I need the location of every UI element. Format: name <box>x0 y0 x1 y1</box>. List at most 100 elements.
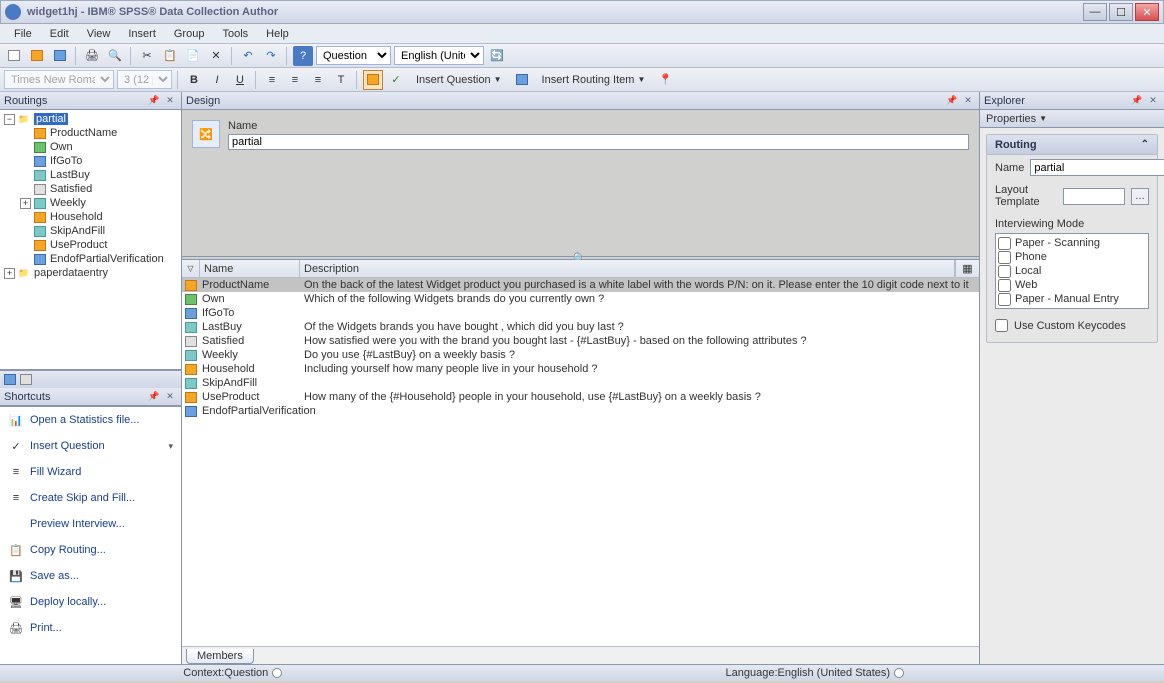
mode-item[interactable]: Paper - Manual Entry <box>998 292 1146 306</box>
shortcut-item[interactable]: 📋Copy Routing... <box>0 537 181 563</box>
menu-tools[interactable]: Tools <box>214 26 256 42</box>
toggle-design-button[interactable] <box>363 70 383 90</box>
bold-button[interactable]: B <box>184 70 204 90</box>
language-combo[interactable]: English (United St <box>394 46 484 65</box>
table-row[interactable]: LastBuyOf the Widgets brands you have bo… <box>182 320 979 334</box>
check-button[interactable]: ✓ <box>386 70 406 90</box>
mode-checkbox[interactable] <box>998 251 1011 264</box>
menu-edit[interactable]: Edit <box>42 26 77 42</box>
print-button[interactable]: 🖨 <box>82 46 102 66</box>
paste-button[interactable]: 📄 <box>183 46 203 66</box>
grid-header-description[interactable]: Description <box>300 260 955 277</box>
copy-button[interactable]: 📋 <box>160 46 180 66</box>
shortcuts-pin-button[interactable]: 📌 <box>147 390 161 404</box>
italic-button[interactable]: I <box>207 70 227 90</box>
custom-keycodes-checkbox[interactable] <box>995 319 1008 332</box>
tree-node[interactable]: Own <box>50 141 73 153</box>
shortcut-item[interactable]: ≡Create Skip and Fill... <box>0 485 181 511</box>
tree-collapse-icon[interactable]: − <box>4 114 15 125</box>
prop-name-input[interactable] <box>1030 159 1164 176</box>
table-row[interactable]: OwnWhich of the following Widgets brands… <box>182 292 979 306</box>
routings-close-button[interactable]: ✕ <box>163 94 177 108</box>
shortcut-item[interactable]: 📊Open a Statistics file... <box>0 407 181 433</box>
shortcut-item[interactable]: ≡Fill Wizard <box>0 459 181 485</box>
table-row[interactable]: SkipAndFill <box>182 376 979 390</box>
tree-node-paperdataentry[interactable]: paperdataentry <box>34 267 108 279</box>
table-row[interactable]: UseProductHow many of the {#Household} p… <box>182 390 979 404</box>
menu-insert[interactable]: Insert <box>120 26 164 42</box>
routings-tree[interactable]: − 📁 partial ProductNameOwnIfGoToLastBuyS… <box>0 110 181 370</box>
menu-view[interactable]: View <box>79 26 119 42</box>
properties-dropdown[interactable]: Properties▼ <box>980 110 1164 128</box>
layout-browse-button[interactable]: … <box>1131 188 1149 205</box>
tree-expand-icon[interactable]: + <box>20 198 31 209</box>
new-button[interactable] <box>4 46 24 66</box>
tree-node[interactable]: Household <box>50 211 103 223</box>
preview-button[interactable]: 🔍 <box>105 46 125 66</box>
shortcut-item[interactable]: 🖥Deploy locally... <box>0 589 181 615</box>
font-color-button[interactable]: T <box>331 70 351 90</box>
shortcut-item[interactable]: 💾Save as... <box>0 563 181 589</box>
collapse-chevron-icon[interactable]: ⌃ <box>1141 139 1149 150</box>
tree-expand-icon[interactable]: + <box>4 268 15 279</box>
tree-node[interactable]: EndofPartialVerification <box>50 253 164 265</box>
other-tab-icon[interactable] <box>20 374 32 385</box>
minimize-button[interactable]: — <box>1083 3 1107 21</box>
routing-icon-button[interactable] <box>512 70 532 90</box>
redo-button[interactable]: ↷ <box>261 46 281 66</box>
tree-node-partial[interactable]: partial <box>34 113 68 125</box>
mode-checkbox[interactable] <box>998 293 1011 306</box>
mode-checkbox[interactable] <box>998 279 1011 292</box>
table-row[interactable]: EndofPartialVerification <box>182 404 979 418</box>
align-left-button[interactable]: ≡ <box>262 70 282 90</box>
align-right-button[interactable]: ≡ <box>308 70 328 90</box>
design-name-input[interactable] <box>228 134 969 150</box>
menu-group[interactable]: Group <box>166 26 213 42</box>
underline-button[interactable]: U <box>230 70 250 90</box>
prop-layout-input[interactable] <box>1063 188 1125 205</box>
mode-item[interactable]: Web <box>998 278 1146 292</box>
mode-item[interactable]: Paper - Scanning <box>998 236 1146 250</box>
tree-node[interactable]: Satisfied <box>50 183 92 195</box>
members-tab[interactable]: Members <box>186 649 254 664</box>
maximize-button[interactable]: ☐ <box>1109 3 1133 21</box>
mode-checkbox[interactable] <box>998 237 1011 250</box>
language-indicator-icon[interactable] <box>894 668 904 678</box>
undo-button[interactable]: ↶ <box>238 46 258 66</box>
tree-node[interactable]: ProductName <box>50 127 117 139</box>
routing-box-header[interactable]: Routing ⌃ <box>987 135 1157 155</box>
insert-routing-button[interactable]: Insert Routing Item ▼ <box>535 70 653 90</box>
explorer-close-button[interactable]: ✕ <box>1146 94 1160 108</box>
save-button[interactable] <box>50 46 70 66</box>
tree-node[interactable]: UseProduct <box>50 239 107 251</box>
menu-help[interactable]: Help <box>258 26 297 42</box>
mode-item[interactable]: Local <box>998 264 1146 278</box>
table-row[interactable]: SatisfiedHow satisfied were you with the… <box>182 334 979 348</box>
explorer-pin-button[interactable]: 📌 <box>1130 94 1144 108</box>
insert-question-button[interactable]: Insert Question ▼ <box>409 70 509 90</box>
interview-mode-list[interactable]: Paper - ScanningPhoneLocalWebPaper - Man… <box>995 233 1149 309</box>
grid-options-button[interactable]: ▦ <box>955 260 979 277</box>
table-row[interactable]: IfGoTo <box>182 306 979 320</box>
design-close-button[interactable]: ✕ <box>961 94 975 108</box>
question-type-combo[interactable]: Question <box>316 46 391 65</box>
routings-pin-button[interactable]: 📌 <box>147 94 161 108</box>
shortcuts-close-button[interactable]: ✕ <box>163 390 177 404</box>
tree-node[interactable]: IfGoTo <box>50 155 82 167</box>
close-button[interactable]: ✕ <box>1135 3 1159 21</box>
table-row[interactable]: WeeklyDo you use {#LastBuy} on a weekly … <box>182 348 979 362</box>
language-refresh-button[interactable]: 🔄 <box>487 46 507 66</box>
cut-button[interactable]: ✂ <box>137 46 157 66</box>
routings-tab-icon[interactable] <box>4 374 16 385</box>
extra-button[interactable]: 📍 <box>655 70 675 90</box>
menu-file[interactable]: File <box>6 26 40 42</box>
tree-node[interactable]: SkipAndFill <box>50 225 105 237</box>
shortcut-item[interactable]: ✓Insert Question▾ <box>0 433 181 459</box>
table-row[interactable]: ProductNameOn the back of the latest Wid… <box>182 278 979 292</box>
design-grid[interactable]: ▽ Name Description ▦ ProductNameOn the b… <box>182 260 979 646</box>
mode-checkbox[interactable] <box>998 265 1011 278</box>
table-row[interactable]: HouseholdIncluding yourself how many peo… <box>182 362 979 376</box>
help-button[interactable]: ? <box>293 46 313 66</box>
grid-header-name[interactable]: Name <box>200 260 300 277</box>
grid-sort-icon[interactable]: ▽ <box>182 260 200 277</box>
